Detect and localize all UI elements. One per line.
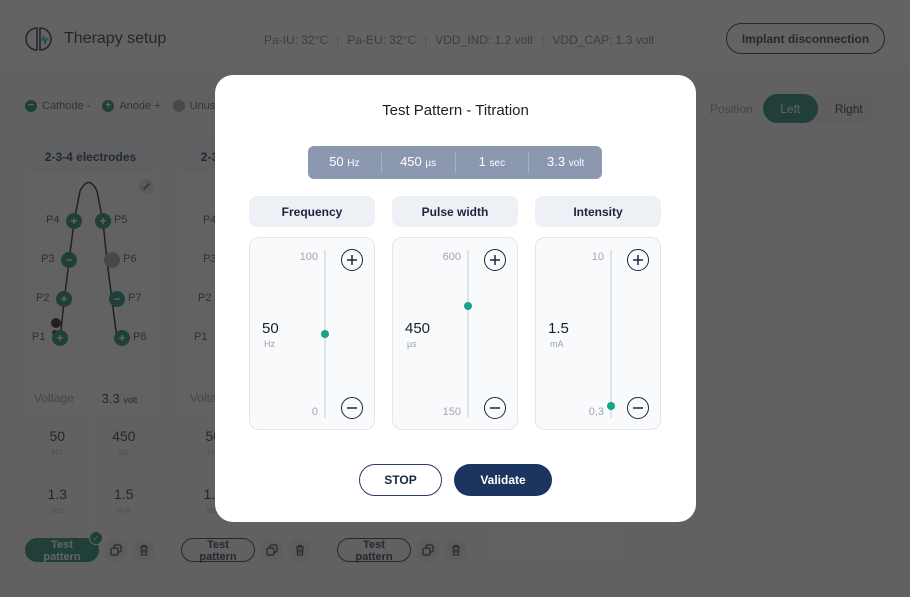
pulse-width-header: Pulse width: [392, 196, 518, 227]
frequency-max: 100: [299, 251, 318, 263]
plus-icon: [347, 255, 357, 265]
intensity-slider-track[interactable]: [610, 250, 612, 418]
frequency-slider-thumb[interactable]: [321, 330, 329, 338]
intensity-unit: mA: [550, 339, 564, 349]
intensity-header: Intensity: [535, 196, 661, 227]
pulse-width-slider-panel: 600 150 450 µs: [392, 237, 518, 430]
pulse-width-min: 150: [442, 406, 461, 418]
pattern-summary: 50 Hz 450 µs 1 sec 3.3 volt: [308, 146, 602, 179]
frequency-min: 0: [311, 406, 318, 418]
frequency-increase-button[interactable]: [341, 249, 363, 271]
minus-icon: [490, 407, 500, 409]
pulse-width-control: Pulse width 600 150 450 µs: [392, 196, 518, 430]
minus-icon: [633, 407, 643, 409]
pulse-width-max: 600: [442, 251, 461, 263]
validate-button[interactable]: Validate: [454, 464, 552, 496]
intensity-value: 1.5: [548, 320, 569, 337]
pulse-width-slider-thumb[interactable]: [464, 301, 472, 310]
summary-duration: 1 sec: [456, 152, 530, 173]
pulse-width-value: 450: [405, 320, 431, 337]
intensity-increase-button[interactable]: [627, 249, 649, 271]
plus-icon: [490, 255, 500, 265]
summary-frequency: 50 Hz: [308, 152, 382, 173]
pulse-width-unit: µs: [407, 339, 417, 349]
dialog-title: Test Pattern - Titration: [382, 102, 529, 119]
frequency-value: 50: [262, 320, 279, 337]
frequency-header: Frequency: [249, 196, 375, 227]
intensity-slider-panel: 10 0,3 1.5 mA: [535, 237, 661, 430]
intensity-decrease-button[interactable]: [627, 397, 649, 419]
frequency-control: Frequency 100 0 50 Hz: [249, 196, 375, 430]
titration-dialog: Test Pattern - Titration 50 Hz 450 µs 1 …: [215, 75, 696, 522]
intensity-control: Intensity 10 0,3 1.5 mA: [535, 196, 661, 430]
summary-pulse-width: 450 µs: [382, 152, 456, 173]
pulse-width-slider-track[interactable]: [467, 250, 469, 418]
intensity-max: 10: [591, 251, 604, 263]
pulse-width-decrease-button[interactable]: [484, 397, 506, 419]
intensity-min: 0,3: [588, 406, 604, 418]
minus-icon: [347, 407, 357, 409]
stop-button[interactable]: STOP: [359, 464, 442, 496]
pulse-width-increase-button[interactable]: [484, 249, 506, 271]
frequency-unit: Hz: [264, 339, 275, 349]
frequency-decrease-button[interactable]: [341, 397, 363, 419]
intensity-slider-thumb[interactable]: [607, 401, 615, 410]
plus-icon: [633, 255, 643, 265]
frequency-slider-panel: 100 0 50 Hz: [249, 237, 375, 430]
summary-voltage: 3.3 volt: [546, 153, 585, 169]
